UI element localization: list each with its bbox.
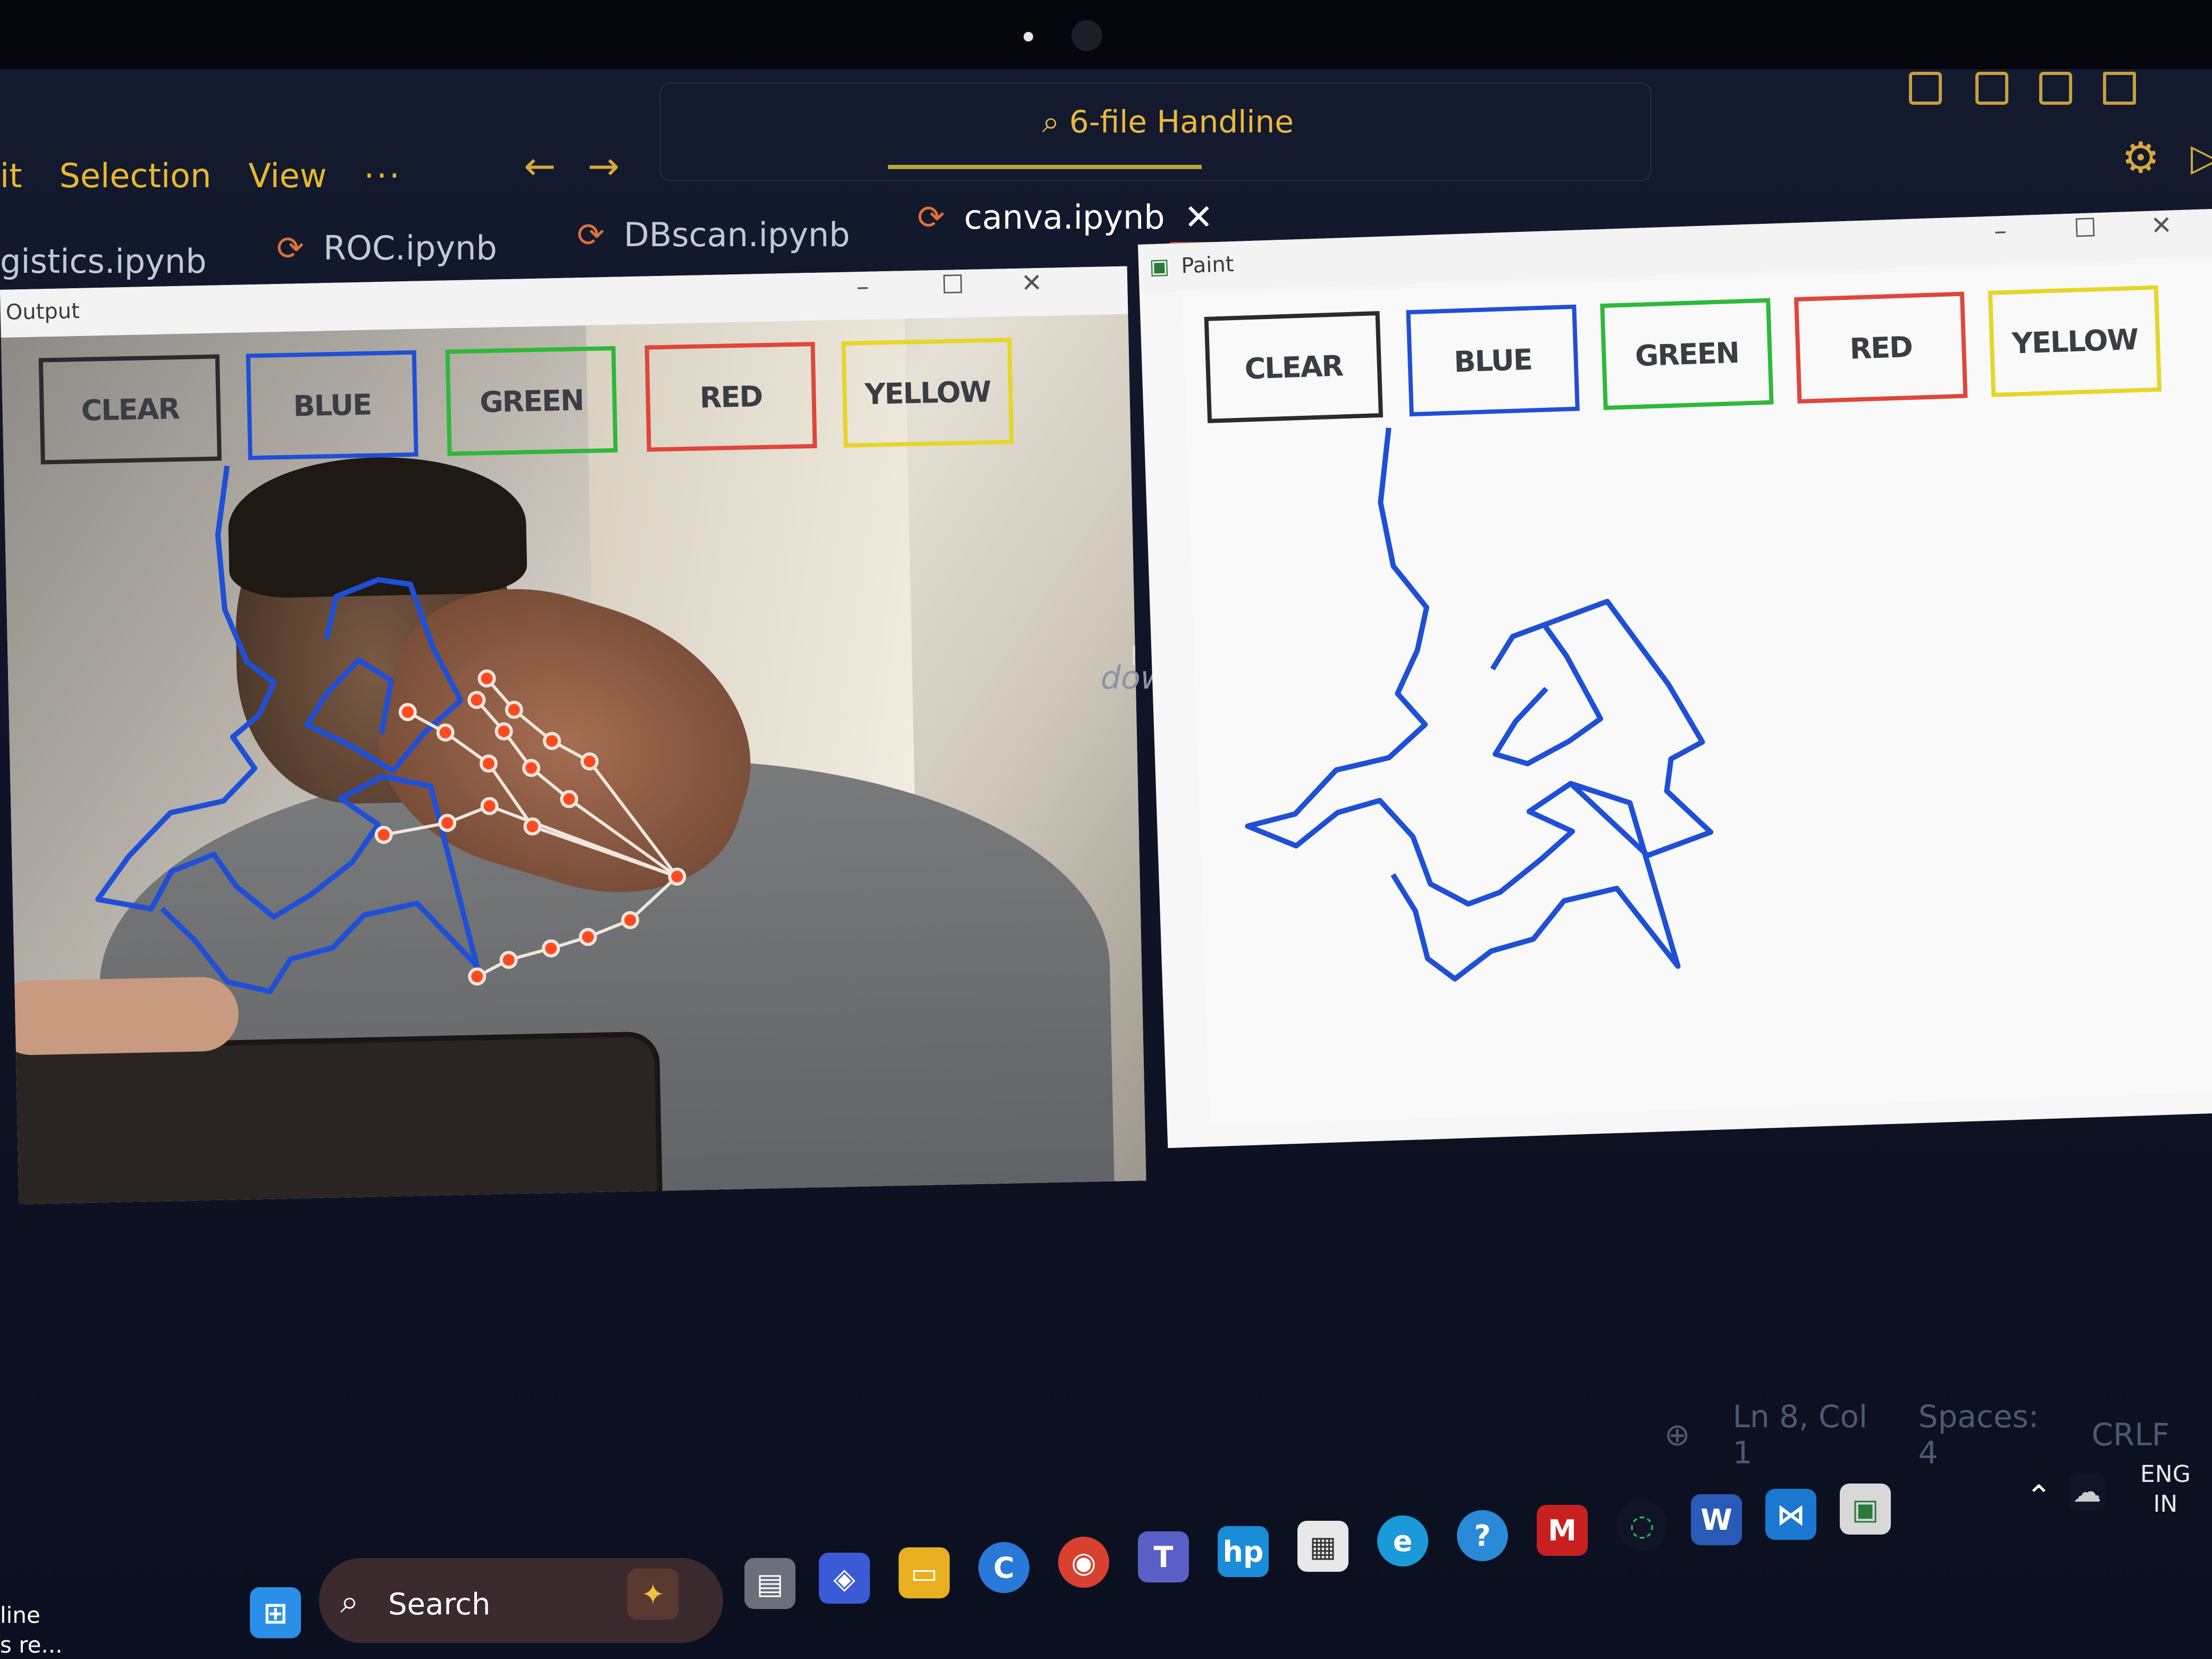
paint-app-icon: ▣ <box>1149 254 1170 280</box>
close-icon[interactable]: ✕ <box>1021 268 1043 298</box>
menu-selection[interactable]: Selection <box>60 156 212 195</box>
window-title: Output <box>5 298 80 325</box>
copilot-icon[interactable]: ◈ <box>819 1553 870 1604</box>
menu-bar: it Selection View ··· <box>0 144 439 207</box>
jupyter-icon: ⟳ <box>917 198 945 237</box>
blue-paint-stroke <box>1245 428 1714 982</box>
jupyter-icon: ⟳ <box>577 215 605 254</box>
tab-label: ROC.ipynb <box>323 229 497 267</box>
search-highlight-icon[interactable]: ✦ <box>627 1569 678 1620</box>
task-view-icon[interactable]: ▤ <box>744 1558 795 1609</box>
file-explorer-icon[interactable]: ▭ <box>899 1547 950 1598</box>
laptop-bezel <box>0 0 2212 69</box>
python-window-icon[interactable]: ▣ <box>1840 1484 1891 1535</box>
toggle-primary-sidebar-icon[interactable] <box>1909 72 1942 105</box>
text-cursor-icon: I <box>1130 641 1138 672</box>
cloud-icon[interactable]: ☁ <box>2068 1473 2106 1510</box>
tab-label: DBscan.ipynb <box>623 215 850 254</box>
chevron-up-icon[interactable]: ⌃ <box>2026 1478 2052 1514</box>
maximize-icon[interactable]: ☐ <box>941 270 965 300</box>
paint-canvas[interactable]: CLEAR BLUE GREEN RED YELLOW <box>1182 262 2212 1126</box>
paint-drawing <box>1245 428 1714 982</box>
search-label: Search <box>388 1587 491 1622</box>
search-icon: ⌕ <box>340 1582 359 1621</box>
output-window: Output – ☐ ✕ CLEAR BLUE GREEN RED YELLOW <box>0 266 1146 1204</box>
settings-gear-icon[interactable]: ⚙ <box>2122 133 2160 182</box>
camera-indicator <box>1024 32 1033 41</box>
end-of-line[interactable]: CRLF <box>2092 1417 2169 1453</box>
menu-view[interactable]: View <box>248 156 326 195</box>
tab-roc[interactable]: ⟳ ROC.ipynb <box>276 229 497 267</box>
paint-window: ▣ Paint – ☐ ✕ CLEAR BLUE GREEN RED YELLO… <box>1138 208 2212 1149</box>
hand-landmarks <box>374 669 686 986</box>
blue-stroke-overlay <box>95 465 480 994</box>
store-icon[interactable]: ▦ <box>1297 1521 1348 1572</box>
cursor-position[interactable]: Ln 8, Col 1 <box>1733 1398 1876 1471</box>
indentation[interactable]: Spaces: 4 <box>1918 1398 2049 1471</box>
menu-edit[interactable]: it <box>0 156 22 195</box>
minimize-icon[interactable]: – <box>1993 216 2007 246</box>
toggle-secondary-sidebar-icon[interactable] <box>2039 72 2072 105</box>
windows-start-icon[interactable]: ⊞ <box>250 1587 301 1638</box>
run-icon[interactable]: ▷ <box>2191 136 2212 179</box>
maximize-icon[interactable]: ☐ <box>2073 213 2097 243</box>
customize-layout-icon[interactable] <box>2103 72 2136 105</box>
zoom-icon[interactable]: ⊕ <box>1664 1417 1690 1453</box>
tab-canva[interactable]: ⟳ canva.ipynb ✕ <box>917 197 1213 238</box>
search-icon: ⌕ <box>1042 104 1060 140</box>
teams-icon[interactable]: T <box>1138 1531 1189 1582</box>
toggle-panel-icon[interactable] <box>1975 72 2008 105</box>
command-center-label[interactable]: ⌕ 6-file Handline <box>1042 104 1294 140</box>
forward-arrow-icon[interactable]: → <box>588 144 619 188</box>
myhp-icon[interactable]: hp <box>1218 1526 1269 1577</box>
tab-label: gistics.ipynb <box>0 242 207 281</box>
drawing-overlay <box>95 465 686 994</box>
tab-dbscan[interactable]: ⟳ DBscan.ipynb <box>577 215 850 254</box>
minimize-icon[interactable]: – <box>856 272 869 301</box>
camera-lens <box>1071 20 1102 51</box>
word-icon[interactable]: W <box>1691 1494 1742 1545</box>
back-arrow-icon[interactable]: ← <box>524 144 556 188</box>
chrome-icon[interactable]: ◉ <box>1058 1537 1109 1588</box>
mcafee-icon[interactable]: M <box>1537 1505 1588 1556</box>
ring-app-icon[interactable]: ◌ <box>1616 1499 1668 1551</box>
status-bar: ⊕ Ln 8, Col 1 Spaces: 4 CRLF <box>1664 1398 2212 1471</box>
edge-icon[interactable]: e <box>1377 1515 1428 1566</box>
jupyter-icon: ⟳ <box>276 229 304 267</box>
language-indicator[interactable]: ENG IN <box>2140 1460 2191 1519</box>
truncated-status-text: line s re... <box>0 1602 63 1658</box>
vscode-icon[interactable]: ⋈ <box>1765 1489 1816 1540</box>
webcam-feed: CLEAR BLUE GREEN RED YELLOW <box>1 314 1146 1204</box>
laptop-screen: ⌕ 6-file Handline it Selection View ··· … <box>0 0 2212 1659</box>
tab-logistics[interactable]: gistics.ipynb <box>0 242 206 281</box>
c-app-icon[interactable]: C <box>978 1542 1029 1593</box>
window-title: Paint <box>1180 252 1235 279</box>
menu-more[interactable]: ··· <box>364 156 401 195</box>
close-icon[interactable]: ✕ <box>2150 211 2173 241</box>
help-icon[interactable]: ? <box>1457 1510 1508 1561</box>
progress-underline <box>888 165 1202 169</box>
close-tab-icon[interactable]: ✕ <box>1184 197 1213 238</box>
tab-label: canva.ipynb <box>963 198 1165 237</box>
